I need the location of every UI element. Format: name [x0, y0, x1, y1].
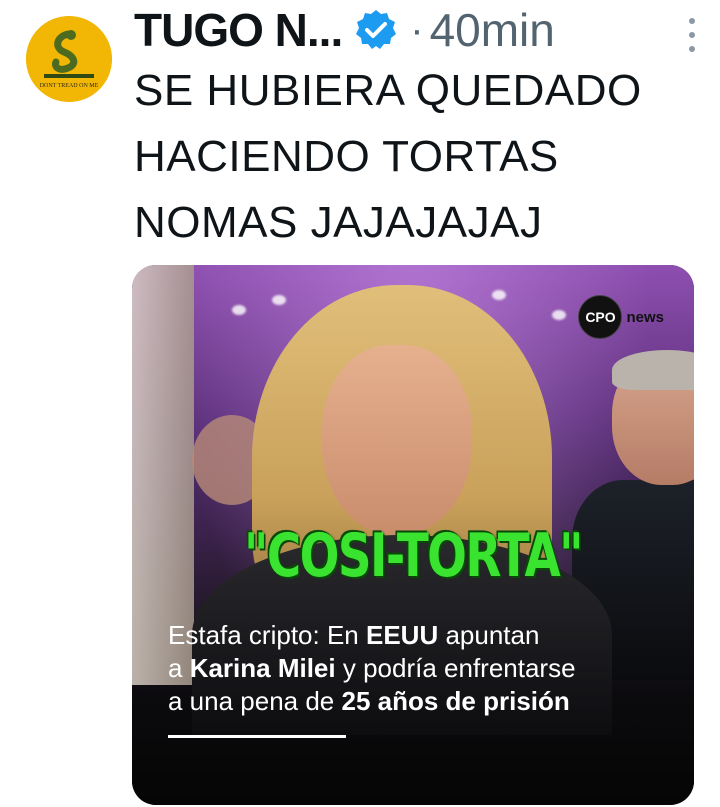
photo-woman-face: [322, 345, 472, 535]
tweet-text-line: SE HUBIERA QUEDADO: [134, 66, 642, 115]
caption-text: a una pena de: [168, 686, 342, 716]
caption-divider: [168, 735, 346, 738]
cpo-logo-word: news: [626, 308, 664, 326]
tweet-text-line: NOMAS JAJAJAJAJ: [134, 198, 543, 247]
caption-text: y podría enfrentarse: [335, 653, 576, 683]
tweet-text: SE HUBIERA QUEDADO HACIENDO TORTAS NOMAS…: [134, 58, 704, 256]
vertical-dots-icon[interactable]: [684, 18, 700, 52]
caption-text: apuntan: [438, 620, 540, 650]
media-headline: "COSI-TORTA": [243, 521, 584, 591]
caption-emphasis: Karina Milei: [189, 653, 336, 683]
media-caption: Estafa cripto: En EEUU apuntan a Karina …: [168, 619, 688, 718]
tweet-media-image[interactable]: CPO news "COSI-TORTA" Estafa cripto: En …: [132, 265, 694, 805]
meta-separator: ·: [410, 7, 424, 52]
cpo-logo-mark: CPO: [578, 295, 623, 339]
tweet-text-line: HACIENDO TORTAS: [134, 132, 559, 181]
cpo-news-logo: CPO news: [578, 295, 664, 339]
caption-text: a: [168, 653, 190, 683]
caption-emphasis: EEUU: [365, 620, 439, 650]
caption-emphasis: 25 años de prisión: [341, 686, 570, 716]
avatar[interactable]: DONT TREAD ON ME: [26, 16, 112, 102]
caption-text: Estafa cripto: En: [168, 620, 366, 650]
photo-man-hair: [612, 350, 694, 390]
avatar-motto: DONT TREAD ON ME: [40, 83, 99, 89]
timestamp[interactable]: 40min: [430, 3, 555, 57]
author-name[interactable]: TUGO N...: [134, 3, 343, 57]
tweet-header: TUGO N... · 40min: [134, 4, 700, 56]
verified-badge-icon: [354, 8, 398, 52]
gadsden-snake-avatar-icon: DONT TREAD ON ME: [26, 16, 112, 102]
